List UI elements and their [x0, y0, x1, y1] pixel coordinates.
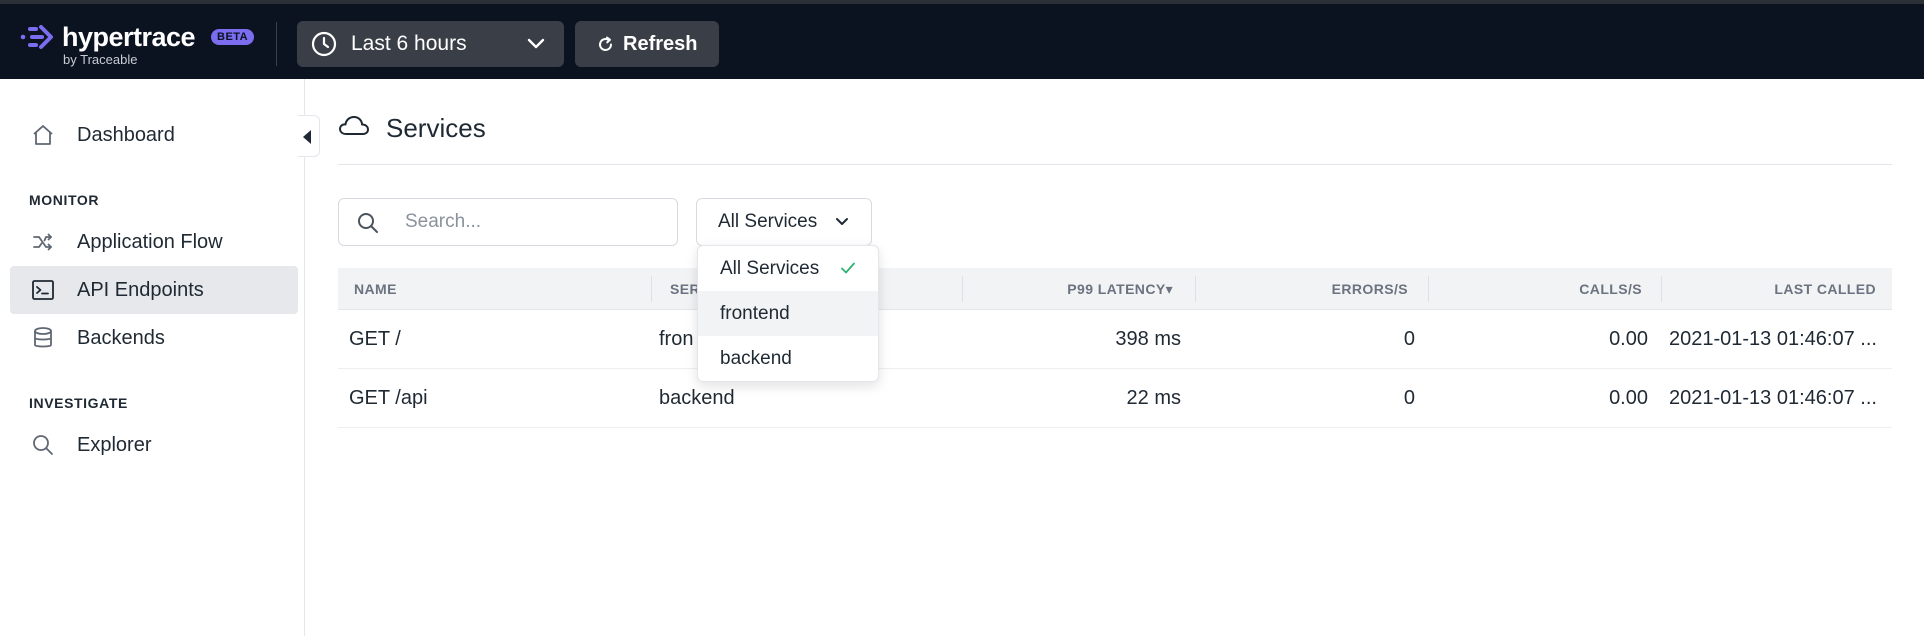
column-divider[interactable] — [962, 276, 963, 302]
time-range-label: Last 6 hours — [351, 32, 467, 55]
time-range-picker[interactable]: Last 6 hours — [297, 21, 564, 67]
sidebar-item-label: Explorer — [77, 434, 152, 456]
sidebar-item-application-flow[interactable]: Application Flow — [10, 218, 298, 266]
table-row[interactable]: GET /api backend 22 ms 0 0.00 2021-01-13… — [338, 369, 1892, 428]
cell-calls: 0.00 — [1609, 328, 1648, 350]
cell-errors: 0 — [1403, 328, 1415, 350]
sidebar-collapse-toggle[interactable] — [298, 115, 320, 157]
shuffle-icon — [33, 233, 52, 251]
top-bar: hypertrace BETA by Traceable Last 6 hour… — [0, 0, 1924, 79]
cell-errors: 0 — [1403, 387, 1415, 409]
menu-item-backend[interactable]: backend — [698, 336, 878, 381]
sidebar-item-explorer[interactable]: Explorer — [10, 421, 298, 469]
clock-icon — [311, 31, 337, 57]
column-header-service[interactable]: SER — [670, 268, 700, 310]
cell-calls: 0.00 — [1609, 387, 1648, 409]
cell-name: GET /api — [349, 387, 428, 409]
cell-last-called: 2021-01-13 01:46:07 ... — [1669, 328, 1877, 350]
cell-name: GET / — [349, 328, 401, 350]
column-header-calls[interactable]: CALLS/S — [1488, 268, 1642, 310]
section-monitor: MONITOR — [29, 192, 100, 208]
cell-p99-latency: 398 ms — [1115, 328, 1181, 350]
header-divider — [338, 164, 1892, 165]
search-icon — [358, 213, 378, 233]
topbar-divider — [276, 22, 277, 66]
menu-item-label: frontend — [720, 303, 790, 324]
column-divider[interactable] — [1661, 276, 1662, 302]
cell-service: fron — [659, 328, 694, 350]
service-filter-label: All Services — [718, 211, 818, 232]
sidebar-item-dashboard[interactable]: Dashboard — [10, 111, 298, 159]
table-row[interactable]: GET / fron 398 ms 0 0.00 2021-01-13 01:4… — [338, 310, 1892, 369]
service-filter-menu: All Services frontend backend — [697, 245, 879, 382]
checkmark-icon — [841, 262, 855, 274]
refresh-button[interactable]: Refresh — [575, 21, 719, 67]
brand-logo[interactable]: hypertrace BETA by Traceable — [20, 20, 260, 70]
section-investigate: INVESTIGATE — [29, 395, 128, 411]
column-divider[interactable] — [1428, 276, 1429, 302]
menu-item-label: backend — [720, 348, 792, 369]
menu-item-label: All Services — [720, 258, 820, 279]
sidebar-item-label: Dashboard — [77, 124, 175, 146]
menu-item-all-services[interactable]: All Services — [698, 246, 878, 291]
refresh-icon — [599, 36, 612, 51]
search-box[interactable] — [338, 198, 678, 246]
home-icon — [33, 125, 53, 145]
hypertrace-logo-icon — [20, 25, 53, 49]
column-header-p99-latency[interactable]: P99 LATENCY▾ — [1058, 268, 1173, 310]
terminal-icon — [32, 280, 54, 300]
sidebar-item-backends[interactable]: Backends — [10, 314, 298, 362]
menu-item-frontend[interactable]: frontend — [698, 291, 878, 336]
database-icon — [34, 327, 52, 348]
cloud-icon — [339, 116, 369, 135]
sidebar-item-api-endpoints[interactable]: API Endpoints — [10, 266, 298, 314]
chevron-down-icon — [836, 218, 848, 225]
sidebar-item-label: Application Flow — [77, 231, 223, 253]
column-divider[interactable] — [651, 276, 652, 302]
search-input[interactable] — [405, 199, 665, 245]
sidebar: Dashboard MONITOR Application Flow API E… — [0, 79, 305, 636]
refresh-label: Refresh — [623, 33, 698, 55]
cell-p99-latency: 22 ms — [1126, 387, 1181, 409]
column-divider[interactable] — [1195, 276, 1196, 302]
chevron-down-icon — [527, 38, 545, 49]
page-title: Services — [386, 113, 486, 143]
column-header-errors[interactable]: ERRORS/S — [1258, 268, 1408, 310]
brand-byline: by Traceable — [63, 52, 138, 67]
table-header: NAME SER P99 LATENCY▾ ERRORS/S CALLS/S L… — [338, 268, 1892, 310]
cell-last-called: 2021-01-13 01:46:07 ... — [1669, 387, 1877, 409]
sidebar-item-label: Backends — [77, 327, 165, 349]
beta-badge: BETA — [211, 29, 255, 45]
brand-name: hypertrace — [62, 22, 196, 52]
collapse-left-icon — [303, 130, 311, 144]
column-header-name[interactable]: NAME — [354, 268, 397, 310]
service-filter-select[interactable]: All Services — [696, 198, 872, 246]
search-icon — [33, 435, 53, 455]
sidebar-item-label: API Endpoints — [77, 279, 204, 301]
column-header-last-called[interactable]: LAST CALLED — [1678, 268, 1876, 310]
